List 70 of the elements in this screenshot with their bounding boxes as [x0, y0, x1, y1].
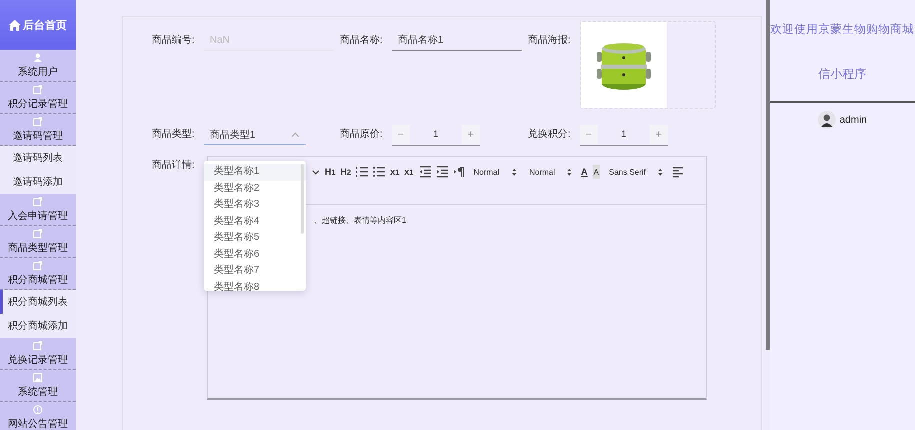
ordered-list-icon [356, 166, 368, 178]
menu-item[interactable]: 网站公告管理 [0, 402, 76, 430]
submenu-item[interactable]: 积分商城添加 [0, 314, 76, 338]
dropdown-option[interactable]: 类型名称3 [204, 197, 306, 214]
edit-icon [33, 228, 43, 238]
edit-icon [33, 260, 43, 270]
toolbar-button[interactable] [373, 165, 386, 179]
format-picker[interactable]: Sans Serif [609, 165, 664, 179]
scrollbar[interactable] [766, 0, 770, 350]
field-label: 商品原价: [340, 128, 384, 142]
welcome-title: 欢迎使用京蒙生物购物商城 [770, 22, 914, 37]
info-icon [33, 404, 43, 414]
text-color-button[interactable]: A [581, 165, 588, 179]
dropdown-option[interactable]: 类型名称5 [204, 230, 306, 246]
dropdown-option[interactable]: 类型名称2 [204, 180, 306, 197]
user-name[interactable]: admin [840, 114, 868, 126]
caret-icon [312, 170, 320, 174]
updown-icon [567, 168, 572, 176]
field-label: 兑换积分: [528, 128, 572, 142]
toolbar-button[interactable] [418, 165, 431, 179]
updown-icon [658, 168, 664, 176]
outdent-icon [418, 166, 431, 178]
dropdown-option[interactable]: 类型名称4 [204, 214, 306, 230]
menu-item[interactable]: 系统用户 [0, 50, 76, 82]
menu-item[interactable]: 积分记录管理 [0, 82, 76, 114]
menu-item[interactable]: 兑换记录管理 [0, 338, 76, 370]
edit-icon [33, 116, 43, 126]
user-icon [33, 52, 43, 62]
field-label: 商品编号: [152, 34, 196, 48]
field-label: 商品详情: [152, 158, 196, 173]
dropdown-option[interactable]: 类型名称8 [204, 280, 306, 291]
caret-icon [291, 132, 300, 138]
select-field[interactable]: 商品类型1 [204, 125, 306, 145]
image-icon [33, 372, 43, 382]
avatar-icon [818, 111, 836, 129]
text-direction-icon [452, 166, 465, 178]
menu-item[interactable]: 商品类型管理 [0, 226, 76, 258]
dropdown-option[interactable]: 类型名称7 [204, 263, 306, 280]
home-icon [9, 20, 21, 30]
field-label: 商品海报: [528, 34, 572, 48]
align-icon [672, 166, 684, 178]
dropdown-option[interactable]: 类型名称1 [204, 164, 306, 180]
menu-item[interactable]: 入会申请管理 [0, 194, 76, 226]
bullet-list-icon [373, 166, 386, 178]
dropdown-option[interactable]: 类型名称6 [204, 246, 306, 263]
edit-icon [33, 84, 43, 94]
input-field[interactable]: 商品名称1 [392, 31, 522, 51]
background-color-button[interactable]: A [592, 165, 600, 179]
editor-text: 、超链接、表情等内容区1 [314, 216, 406, 225]
welcome-title: 信小程序 [818, 66, 866, 83]
toolbar-button[interactable] [436, 165, 448, 179]
scroll-thumb[interactable] [301, 164, 304, 234]
sidebar-title: 后台首页 [23, 18, 67, 32]
indent-icon [436, 166, 448, 178]
edit-icon [33, 196, 43, 206]
sidebar-header[interactable]: 后台首页 [0, 0, 76, 50]
submenu-item[interactable]: 邀请码列表 [0, 146, 76, 170]
field-label: 商品名称: [340, 34, 384, 48]
toolbar-button[interactable] [672, 165, 684, 179]
toolbar-button[interactable] [452, 165, 465, 179]
updown-icon [512, 168, 516, 176]
menu-item[interactable]: 系统管理 [0, 370, 76, 402]
format-picker[interactable]: Normal [530, 165, 572, 179]
submenu-item[interactable]: 邀请码添加 [0, 170, 76, 194]
edit-icon [33, 340, 43, 350]
submenu-item[interactable]: 积分商城列表 [0, 290, 76, 314]
field-label: 商品类型: [152, 128, 196, 142]
upload-box[interactable] [580, 21, 716, 109]
toolbar-button[interactable] [356, 165, 368, 179]
format-picker[interactable]: Normal [474, 165, 516, 179]
